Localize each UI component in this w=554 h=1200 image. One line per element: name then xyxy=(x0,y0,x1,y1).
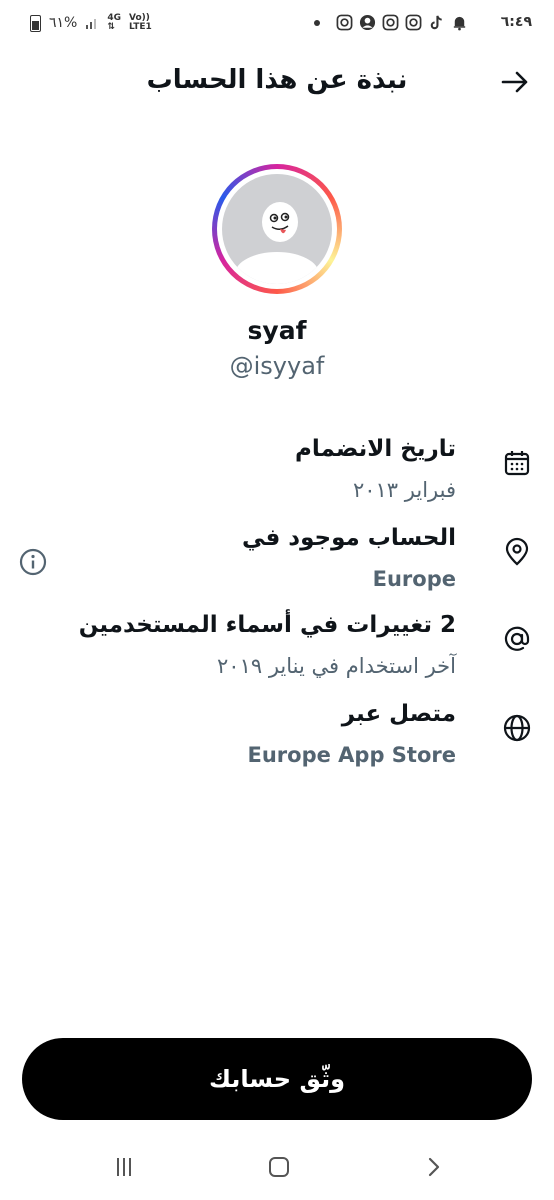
avatar xyxy=(222,174,332,284)
location-pin-icon xyxy=(505,537,529,566)
back-arrow-icon[interactable] xyxy=(498,65,532,99)
joined-date: فبراير ٢٠١٣ xyxy=(352,478,456,502)
instagram-icon xyxy=(405,14,422,31)
location-label: الحساب موجود في xyxy=(241,525,456,551)
top-app-bar: نبذة عن هذا الحساب xyxy=(0,55,554,107)
notification-icons xyxy=(314,14,468,31)
connected-via-value: Europe App Store xyxy=(247,743,456,767)
location-value: Europe xyxy=(372,567,456,591)
network-indicator: 4G ⇅ xyxy=(107,14,121,32)
avatar-ring[interactable] xyxy=(212,164,342,294)
avatar-border xyxy=(217,169,337,289)
system-nav-bar xyxy=(0,1145,554,1190)
instagram-icon xyxy=(336,14,353,31)
signal-icon xyxy=(86,19,97,29)
battery-level: ٦١% xyxy=(49,15,78,31)
bell-icon xyxy=(453,16,466,31)
display-name: syaf xyxy=(247,316,307,345)
info-icon[interactable] xyxy=(18,547,48,577)
tiktok-icon xyxy=(430,15,442,30)
status-bar: ٦١% 4G ⇅ Vo)) LTE1 ٦:٤٩ xyxy=(0,0,554,50)
status-left: ٦١% 4G ⇅ Vo)) LTE1 xyxy=(30,14,152,32)
volte-indicator: Vo)) LTE1 xyxy=(129,14,152,32)
clock: ٦:٤٩ xyxy=(500,14,532,30)
page-title: نبذة عن هذا الحساب xyxy=(146,65,408,95)
avatar-emoji-image xyxy=(235,202,319,284)
username-handle: @isyyaf xyxy=(229,352,325,380)
connected-via-row: متصل عبر Europe App Store xyxy=(22,701,532,781)
username-changes-last-used: آخر استخدام في يناير ٢٠١٩ xyxy=(217,654,456,678)
dot-icon xyxy=(314,20,320,26)
verify-account-button[interactable]: وثّق حسابك xyxy=(22,1038,532,1120)
joined-label: تاريخ الانضمام xyxy=(295,436,456,462)
network-arrows-icon: ⇅ xyxy=(107,22,115,32)
calendar-icon xyxy=(504,451,530,476)
location-row: الحساب موجود في Europe xyxy=(22,525,532,605)
instagram-icon xyxy=(382,14,399,31)
recent-apps-icon[interactable] xyxy=(110,1153,138,1181)
username-changes-label: 2 تغييرات في أسماء المستخدمين xyxy=(78,612,456,638)
account-icon xyxy=(359,14,376,31)
joined-row: تاريخ الانضمام فبراير ٢٠١٣ xyxy=(22,436,532,516)
home-icon[interactable] xyxy=(265,1153,293,1181)
at-sign-icon xyxy=(504,626,530,651)
back-icon[interactable] xyxy=(420,1153,448,1181)
globe-icon xyxy=(503,714,531,742)
username-changes-row: 2 تغييرات في أسماء المستخدمين آخر استخدا… xyxy=(22,612,532,692)
lte-label: LTE1 xyxy=(129,22,152,32)
battery-icon xyxy=(30,14,41,32)
connected-via-label: متصل عبر xyxy=(341,701,456,727)
